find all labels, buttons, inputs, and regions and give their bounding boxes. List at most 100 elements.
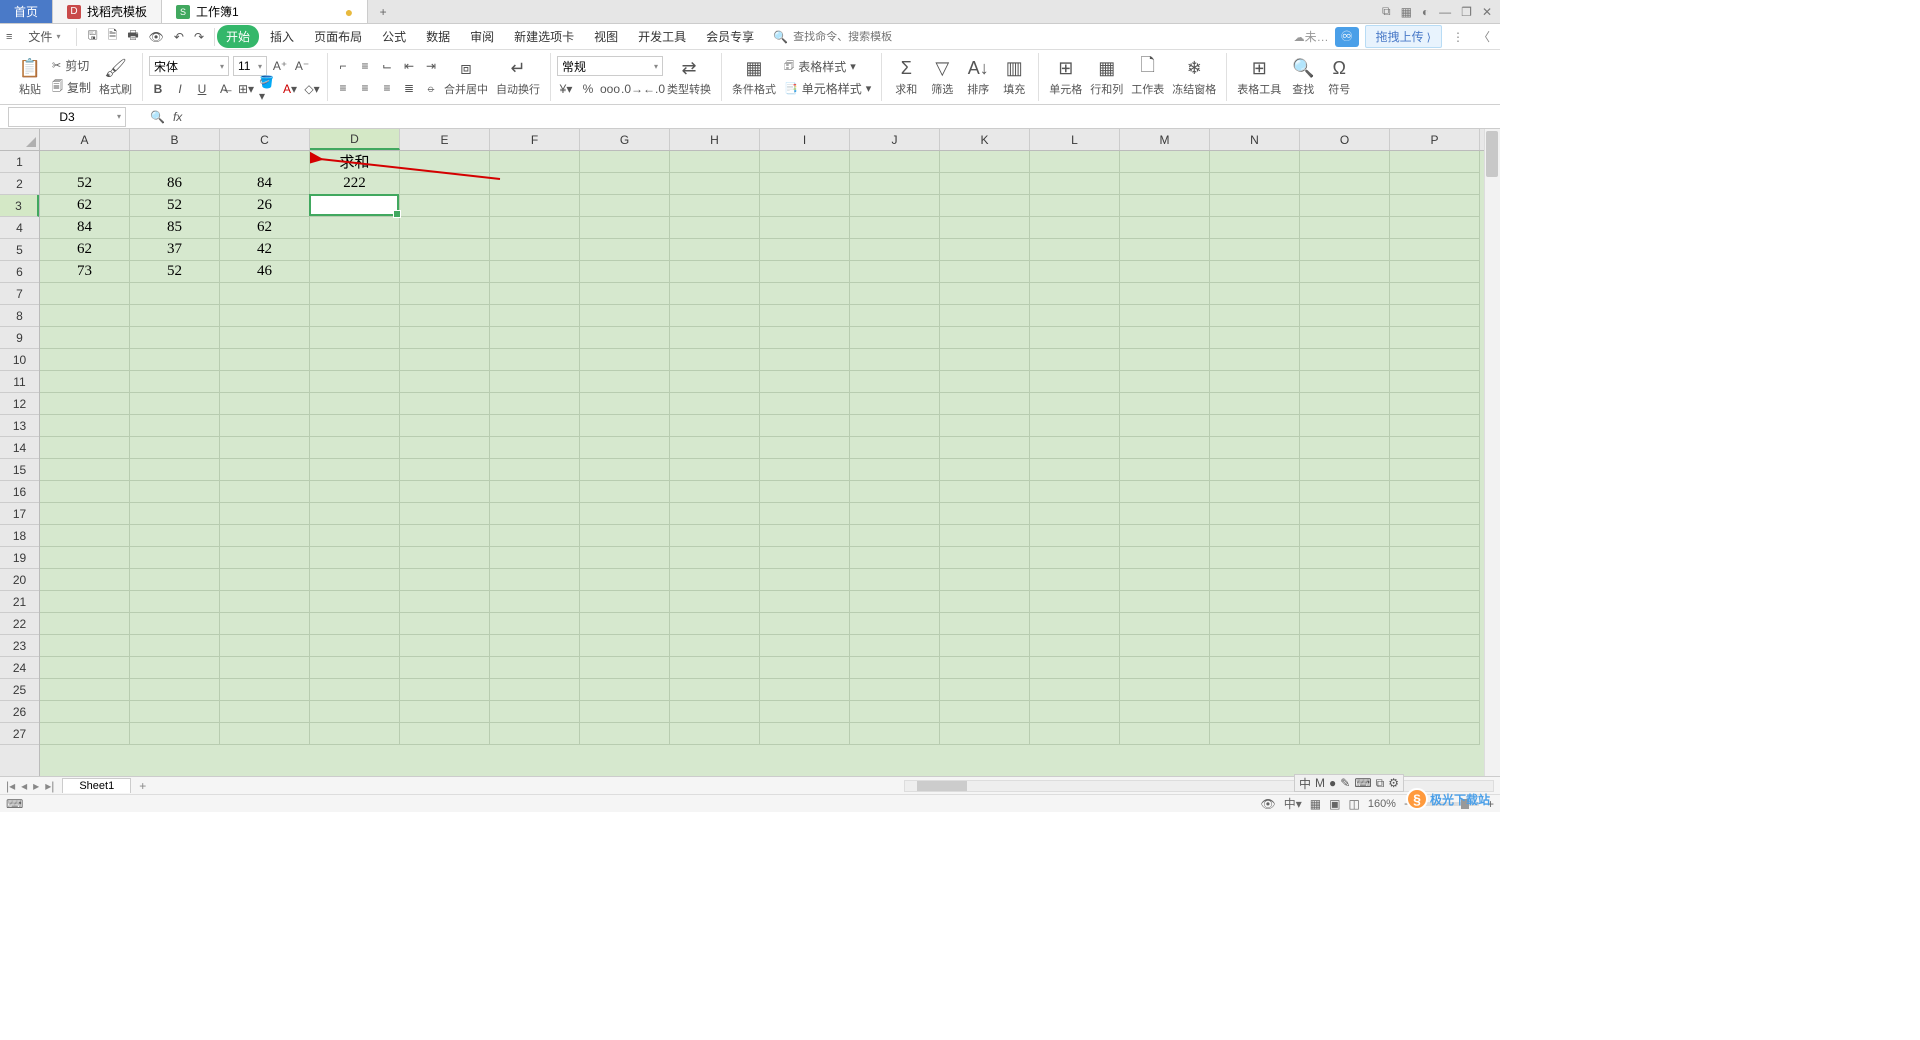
cell-L19[interactable] <box>1030 547 1120 569</box>
cell-C20[interactable] <box>220 569 310 591</box>
cell-I22[interactable] <box>760 613 850 635</box>
cell-J18[interactable] <box>850 525 940 547</box>
view-break-icon[interactable]: ◫ <box>1348 797 1359 811</box>
cell-N21[interactable] <box>1210 591 1300 613</box>
cell-D27[interactable] <box>310 723 400 745</box>
cut-button[interactable]: ✂ 剪切 <box>48 56 95 75</box>
cell-A2[interactable]: 52 <box>40 173 130 195</box>
cell-B14[interactable] <box>130 437 220 459</box>
align-middle-icon[interactable]: ≡ <box>356 57 374 75</box>
cell-O27[interactable] <box>1300 723 1390 745</box>
collapse-ribbon-icon[interactable]: 〈 <box>1474 28 1494 45</box>
cell-H12[interactable] <box>670 393 760 415</box>
cell-B12[interactable] <box>130 393 220 415</box>
tab-workbook[interactable]: S 工作簿1 ● <box>162 0 368 23</box>
cell-K22[interactable] <box>940 613 1030 635</box>
cell-F22[interactable] <box>490 613 580 635</box>
cell-I24[interactable] <box>760 657 850 679</box>
cell-L11[interactable] <box>1030 371 1120 393</box>
cell-G20[interactable] <box>580 569 670 591</box>
cells-area[interactable]: 求和528684222625226848562623742735246 <box>40 151 1484 776</box>
cell-J21[interactable] <box>850 591 940 613</box>
cell-E26[interactable] <box>400 701 490 723</box>
cell-H2[interactable] <box>670 173 760 195</box>
cell-G2[interactable] <box>580 173 670 195</box>
cell-C15[interactable] <box>220 459 310 481</box>
sum-button[interactable]: Σ求和 <box>888 55 924 99</box>
cell-B26[interactable] <box>130 701 220 723</box>
cell-I12[interactable] <box>760 393 850 415</box>
zoom-level[interactable]: 160% <box>1368 798 1396 810</box>
cell-N22[interactable] <box>1210 613 1300 635</box>
cell-N11[interactable] <box>1210 371 1300 393</box>
cell-O1[interactable] <box>1300 151 1390 173</box>
cell-P18[interactable] <box>1390 525 1480 547</box>
ime-item[interactable]: ● <box>1329 776 1336 790</box>
cell-A14[interactable] <box>40 437 130 459</box>
cell-G14[interactable] <box>580 437 670 459</box>
cell-K25[interactable] <box>940 679 1030 701</box>
row-header-25[interactable]: 25 <box>0 679 39 701</box>
currency-icon[interactable]: ¥▾ <box>557 80 575 98</box>
cell-O16[interactable] <box>1300 481 1390 503</box>
cell-L5[interactable] <box>1030 239 1120 261</box>
cell-A23[interactable] <box>40 635 130 657</box>
row-header-18[interactable]: 18 <box>0 525 39 547</box>
cell-J3[interactable] <box>850 195 940 217</box>
cell-C21[interactable] <box>220 591 310 613</box>
cell-C11[interactable] <box>220 371 310 393</box>
cell-C13[interactable] <box>220 415 310 437</box>
indent-dec-icon[interactable]: ⇤ <box>400 57 418 75</box>
view-normal-icon[interactable]: ▦ <box>1310 797 1321 811</box>
row-header-7[interactable]: 7 <box>0 283 39 305</box>
cell-B16[interactable] <box>130 481 220 503</box>
cell-D10[interactable] <box>310 349 400 371</box>
number-format-select[interactable]: 常规▾ <box>557 56 663 76</box>
search-input[interactable] <box>793 31 933 43</box>
cell-J13[interactable] <box>850 415 940 437</box>
cell-H15[interactable] <box>670 459 760 481</box>
cell-B7[interactable] <box>130 283 220 305</box>
cell-O15[interactable] <box>1300 459 1390 481</box>
drag-upload-button[interactable]: 拖拽上传 ⟩ <box>1365 25 1442 48</box>
col-header-E[interactable]: E <box>400 129 490 150</box>
cell-M18[interactable] <box>1120 525 1210 547</box>
row-header-3[interactable]: 3 <box>0 195 39 217</box>
cell-M15[interactable] <box>1120 459 1210 481</box>
col-header-A[interactable]: A <box>40 129 130 150</box>
redo-icon[interactable]: ↷ <box>194 30 204 44</box>
cell-G27[interactable] <box>580 723 670 745</box>
cell-J9[interactable] <box>850 327 940 349</box>
cell-N5[interactable] <box>1210 239 1300 261</box>
inc-decimal-icon[interactable]: .0→ <box>623 80 641 98</box>
cell-H25[interactable] <box>670 679 760 701</box>
cell-F9[interactable] <box>490 327 580 349</box>
cell-E21[interactable] <box>400 591 490 613</box>
cell-D3[interactable] <box>310 195 400 217</box>
cell-B8[interactable] <box>130 305 220 327</box>
row-header-16[interactable]: 16 <box>0 481 39 503</box>
print-icon[interactable]: 🖶 <box>127 26 138 47</box>
cell-G25[interactable] <box>580 679 670 701</box>
cell-I3[interactable] <box>760 195 850 217</box>
cell-O10[interactable] <box>1300 349 1390 371</box>
cloud-drive-icon[interactable]: ♾ <box>1335 27 1359 47</box>
cell-N19[interactable] <box>1210 547 1300 569</box>
cell-M20[interactable] <box>1120 569 1210 591</box>
cell-L22[interactable] <box>1030 613 1120 635</box>
row-header-10[interactable]: 10 <box>0 349 39 371</box>
cell-L17[interactable] <box>1030 503 1120 525</box>
cell-D9[interactable] <box>310 327 400 349</box>
cell-E3[interactable] <box>400 195 490 217</box>
cell-C3[interactable]: 26 <box>220 195 310 217</box>
cell-F27[interactable] <box>490 723 580 745</box>
cell-N1[interactable] <box>1210 151 1300 173</box>
menu-tab-0[interactable]: 开始 <box>217 25 259 48</box>
cell-L24[interactable] <box>1030 657 1120 679</box>
row-header-20[interactable]: 20 <box>0 569 39 591</box>
cell-L16[interactable] <box>1030 481 1120 503</box>
cell-A21[interactable] <box>40 591 130 613</box>
col-header-O[interactable]: O <box>1300 129 1390 150</box>
cell-J15[interactable] <box>850 459 940 481</box>
cell-I26[interactable] <box>760 701 850 723</box>
